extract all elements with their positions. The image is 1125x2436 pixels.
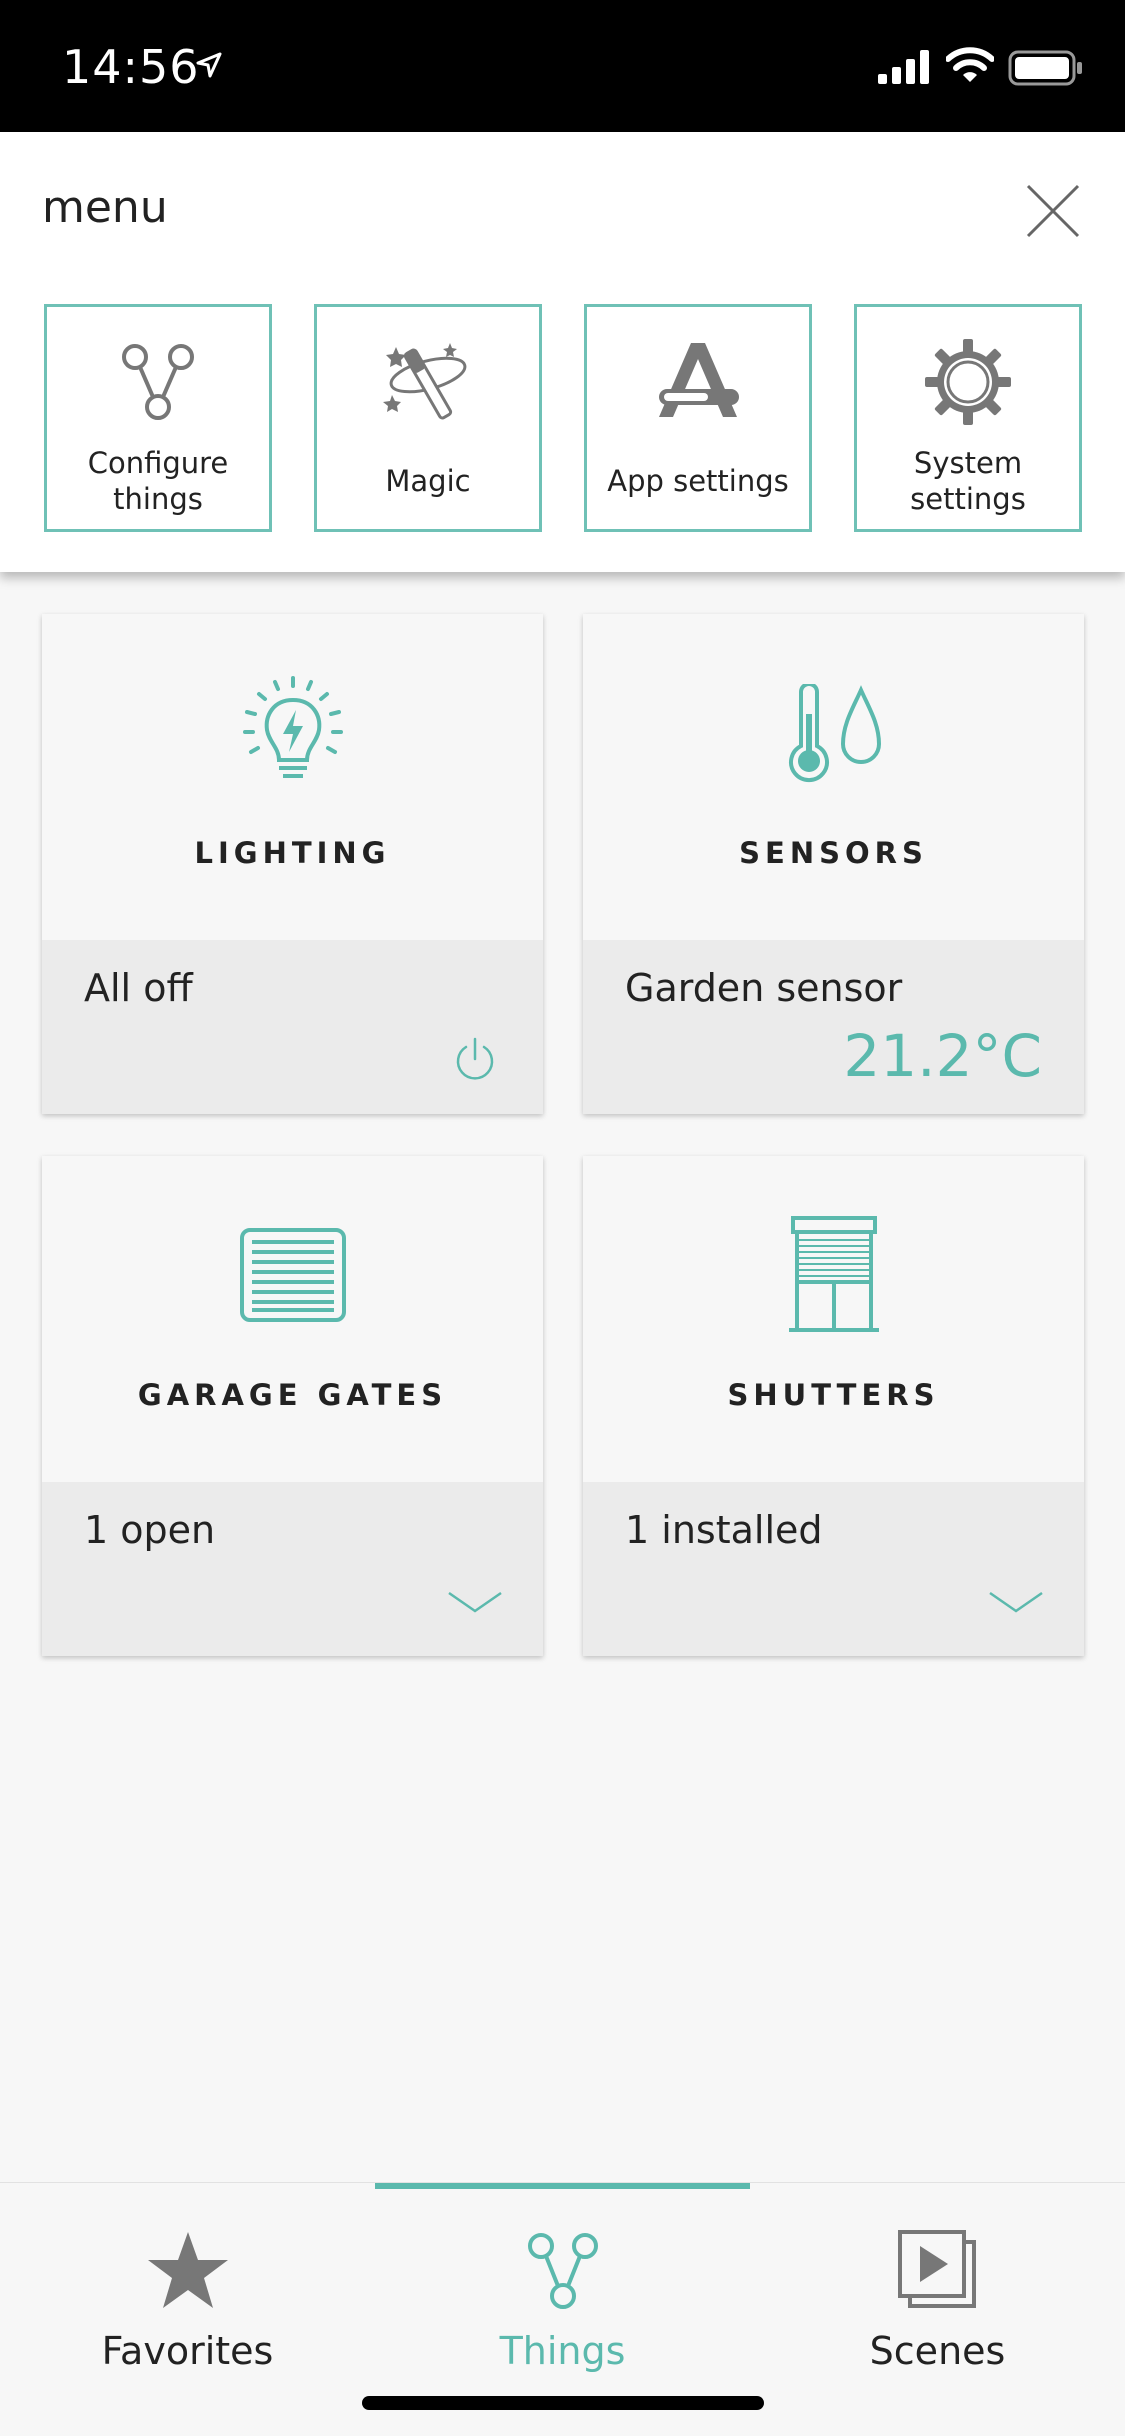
menu-title: menu — [42, 182, 168, 233]
card-status: All off — [84, 966, 193, 1010]
active-tab-indicator — [375, 2183, 750, 2189]
tile-label: System settings — [910, 446, 1026, 516]
tile-label: Configure things — [87, 446, 229, 516]
system-settings-button[interactable]: System settings — [854, 304, 1082, 532]
battery-icon — [1008, 50, 1082, 86]
tab-label: Favorites — [101, 2329, 274, 2373]
magic-button[interactable]: Magic — [314, 304, 542, 532]
card-footer: All off — [42, 940, 543, 1114]
chevron-down-icon[interactable] — [445, 1572, 505, 1632]
thermometer-drop-icon — [583, 674, 1084, 794]
scenes-icon — [750, 2225, 1125, 2315]
status-bar: 14:56 — [0, 0, 1125, 132]
lightbulb-icon — [42, 674, 543, 794]
app-settings-icon — [587, 327, 809, 437]
gear-icon — [857, 327, 1079, 437]
card-header: LIGHTING — [42, 614, 543, 940]
location-arrow-icon — [196, 52, 222, 78]
shutters-card[interactable]: SHUTTERS 1 installed — [583, 1156, 1084, 1656]
card-header: SENSORS — [583, 614, 1084, 940]
power-icon[interactable] — [445, 1030, 505, 1090]
tile-label: Magic — [385, 464, 471, 498]
tab-favorites[interactable]: Favorites — [0, 2183, 375, 2436]
home-indicator[interactable] — [362, 2396, 764, 2410]
magic-wand-icon — [317, 327, 539, 437]
garage-gate-icon — [42, 1216, 543, 1336]
card-header: SHUTTERS — [583, 1156, 1084, 1482]
tab-scenes[interactable]: Scenes — [750, 2183, 1125, 2436]
lighting-card[interactable]: LIGHTING All off — [42, 614, 543, 1114]
signal-icon — [878, 50, 929, 84]
card-title: SENSORS — [739, 836, 928, 870]
card-title: GARAGE GATES — [137, 1378, 448, 1412]
card-title: LIGHTING — [194, 836, 391, 870]
star-icon — [0, 2225, 375, 2315]
chevron-down-icon[interactable] — [986, 1572, 1046, 1632]
sensors-card[interactable]: SENSORS Garden sensor 21.2°C — [583, 614, 1084, 1114]
tab-label: Things — [499, 2329, 626, 2373]
card-status: 1 open — [84, 1508, 216, 1552]
status-time: 14:56 — [62, 40, 200, 94]
network-icon — [47, 327, 269, 437]
garage-gates-card[interactable]: GARAGE GATES 1 open — [42, 1156, 543, 1656]
wifi-icon — [946, 47, 994, 82]
card-footer: 1 open — [42, 1482, 543, 1656]
app-settings-button[interactable]: App settings — [584, 304, 812, 532]
shutter-icon — [583, 1216, 1084, 1336]
tile-label: App settings — [607, 464, 789, 498]
configure-things-button[interactable]: Configure things — [44, 304, 272, 532]
card-status: Garden sensor — [625, 966, 903, 1010]
card-footer: 1 installed — [583, 1482, 1084, 1656]
network-icon — [375, 2225, 750, 2315]
card-status: 1 installed — [625, 1508, 823, 1552]
card-header: GARAGE GATES — [42, 1156, 543, 1482]
tab-label: Scenes — [869, 2329, 1006, 2373]
card-footer: Garden sensor 21.2°C — [583, 940, 1084, 1114]
temperature-value: 21.2°C — [843, 1022, 1042, 1090]
close-icon[interactable] — [1020, 178, 1086, 244]
menu-panel: menu Configure things Magic App settings… — [0, 132, 1125, 572]
card-title: SHUTTERS — [727, 1378, 940, 1412]
